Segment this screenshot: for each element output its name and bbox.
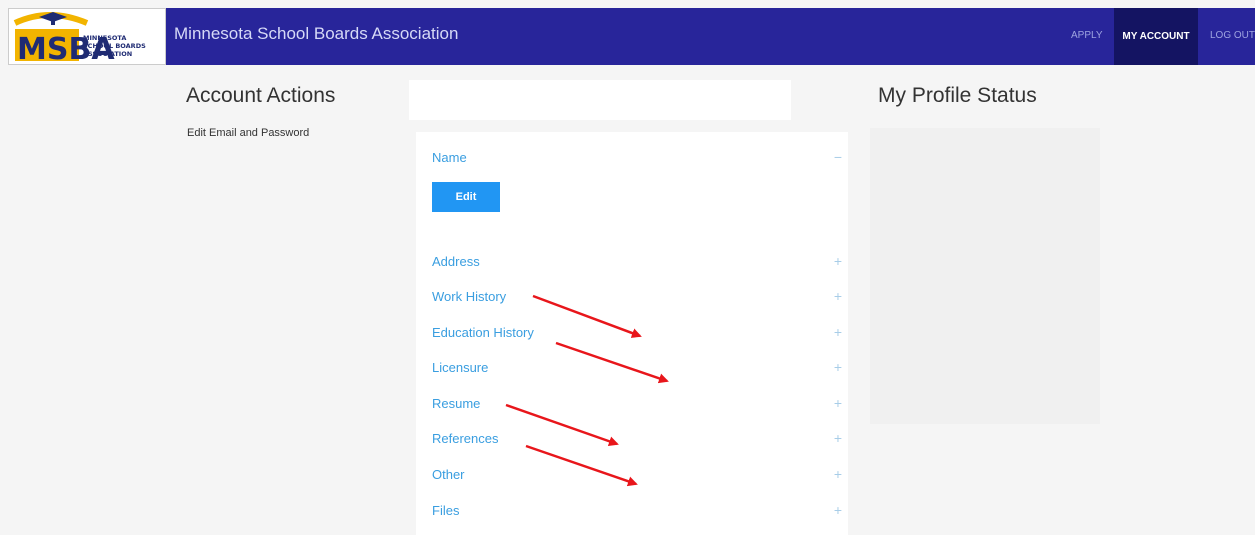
collapse-icon[interactable]: − [834,149,842,165]
section-label: Name [432,150,467,165]
section-label: Education History [432,325,534,340]
expand-icon[interactable]: + [834,253,842,269]
site-title[interactable]: Minnesota School Boards Association [174,24,458,44]
section-label: Other [432,467,465,482]
profile-status-box [870,128,1100,424]
expand-icon[interactable]: + [834,466,842,482]
nav-my-account-link[interactable]: MY ACCOUNT [1114,8,1198,65]
section-label: Licensure [432,360,489,375]
nav-log-out-link[interactable]: LOG OUT [1210,30,1255,41]
section-label: Work History [432,289,507,304]
section-work-history[interactable]: Work History + [432,288,842,309]
section-label: Files [432,503,460,518]
section-licensure[interactable]: Licensure + [432,359,842,380]
section-education-history[interactable]: Education History + [432,324,842,345]
edit-name-button[interactable]: Edit [432,182,500,212]
nav-apply-link[interactable]: APPLY [1071,30,1103,41]
svg-text:ASSOCIATION: ASSOCIATION [83,50,132,58]
center-header-strip [409,80,791,120]
section-name[interactable]: Name − [432,149,842,170]
expand-icon[interactable]: + [834,288,842,304]
expand-icon[interactable]: + [834,395,842,411]
svg-text:MINNESOTA: MINNESOTA [83,34,126,42]
expand-icon[interactable]: + [834,502,842,518]
expand-icon[interactable]: + [834,359,842,375]
edit-email-password-link[interactable]: Edit Email and Password [187,127,309,139]
section-references[interactable]: References + [432,430,842,451]
svg-text:SCHOOL BOARDS: SCHOOL BOARDS [83,42,146,50]
section-address[interactable]: Address + [432,253,842,274]
msba-logo[interactable]: MSBA MINNESOTA SCHOOL BOARDS ASSOCIATION [8,8,166,66]
section-label: References [432,431,499,446]
section-label: Address [432,254,480,269]
section-files[interactable]: Files + [432,502,842,523]
expand-icon[interactable]: + [834,430,842,446]
top-navigation-bar: MSBA MINNESOTA SCHOOL BOARDS ASSOCIATION… [8,8,1255,66]
section-label: Resume [432,396,481,411]
section-resume[interactable]: Resume + [432,395,842,416]
profile-status-heading: My Profile Status [878,84,1037,107]
expand-icon[interactable]: + [834,324,842,340]
profile-sections-panel: Name − Edit Address + Work History + Edu… [416,132,848,535]
account-actions-heading: Account Actions [186,84,336,107]
section-other[interactable]: Other + [432,466,842,487]
msba-logo-graphic: MSBA MINNESOTA SCHOOL BOARDS ASSOCIATION [13,12,163,66]
